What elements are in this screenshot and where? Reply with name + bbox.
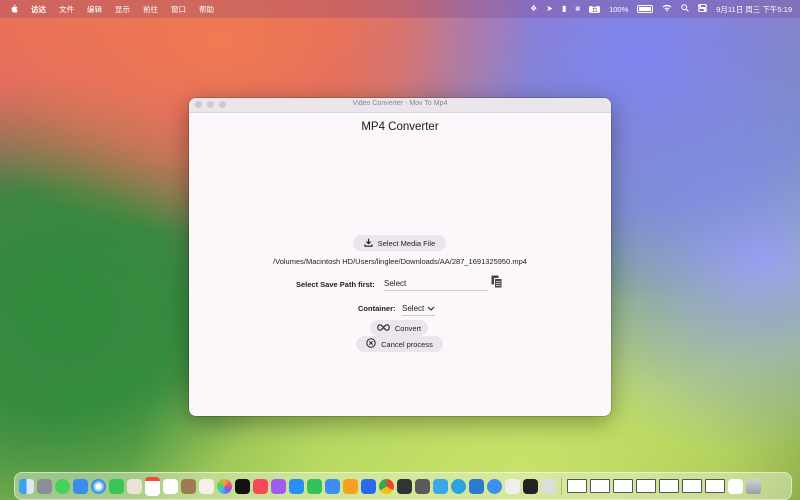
messages-icon[interactable] — [55, 478, 70, 494]
status-grid-icon[interactable]: ▦ — [575, 6, 580, 12]
pages-icon[interactable] — [343, 478, 358, 494]
mail-icon[interactable] — [73, 478, 88, 494]
assistant-icon[interactable] — [541, 478, 556, 494]
selected-file-path: /Volumes/Macintosh HD/Users/linglee/Down… — [273, 257, 527, 266]
minimized-window-3[interactable] — [613, 479, 633, 493]
select-media-file-label: Select Media File — [377, 238, 436, 248]
music-icon[interactable] — [253, 478, 268, 494]
page-title: MP4 Converter — [361, 121, 439, 133]
chevron-down-icon — [427, 304, 435, 313]
convert-button[interactable]: Convert — [370, 320, 428, 336]
terminal-icon[interactable] — [523, 478, 538, 494]
dropbox-icon[interactable]: ❖ — [530, 5, 537, 13]
input-method-icon[interactable]: 五 — [589, 5, 601, 13]
minimized-window-4[interactable] — [636, 479, 656, 493]
window-titlebar[interactable]: Video Converter - Mov To Mp4 — [189, 98, 611, 113]
dev-tool-icon[interactable] — [415, 478, 430, 494]
battery-percent: 100% — [609, 4, 629, 14]
sync-icon[interactable] — [487, 478, 502, 494]
photos-icon[interactable] — [199, 478, 214, 494]
chrome-icon[interactable] — [379, 478, 394, 494]
container-select[interactable]: Select — [402, 302, 436, 316]
battery-icon[interactable] — [637, 5, 654, 13]
safari-icon[interactable] — [91, 478, 106, 494]
telegram-icon[interactable]: ➤ — [546, 5, 553, 13]
control-center-icon[interactable] — [698, 4, 708, 14]
copy-documents-icon[interactable] — [491, 275, 503, 289]
save-path-field[interactable]: Select — [384, 277, 488, 291]
podcasts-icon[interactable] — [271, 478, 286, 494]
menu-finder[interactable]: 访达 — [31, 4, 46, 15]
wifi-icon[interactable] — [662, 4, 672, 14]
menu-go[interactable]: 前往 — [143, 4, 158, 15]
reminders-icon[interactable] — [163, 478, 178, 494]
shortcuts-icon[interactable] — [361, 478, 376, 494]
preview-icon[interactable] — [127, 478, 142, 494]
clipboard-icon[interactable]: ▮ — [562, 5, 566, 13]
container-label: Container: — [358, 304, 396, 313]
menubar-clock[interactable]: 9月11日 周三 下午5:19 — [716, 4, 792, 15]
download-icon — [364, 238, 373, 249]
documents-icon[interactable] — [728, 478, 743, 494]
numbers-icon[interactable] — [307, 478, 322, 494]
dock — [14, 472, 792, 500]
save-path-label: Select Save Path first: — [296, 280, 375, 289]
folder-icon[interactable] — [433, 478, 448, 494]
menu-edit[interactable]: 编辑 — [87, 4, 102, 15]
minimized-window-5[interactable] — [659, 479, 679, 493]
appstore-icon[interactable] — [289, 478, 304, 494]
trash-icon[interactable] — [746, 478, 761, 494]
finder-icon[interactable] — [19, 478, 34, 494]
menu-window[interactable]: 窗口 — [171, 4, 186, 15]
menu-view[interactable]: 显示 — [115, 4, 130, 15]
minimized-window-7[interactable] — [705, 479, 725, 493]
notes-icon[interactable] — [181, 478, 196, 494]
keynote-icon[interactable] — [325, 478, 340, 494]
cancel-circle-icon — [366, 338, 376, 350]
appletv-icon[interactable] — [235, 478, 250, 494]
menu-bar: 访达 文件 编辑 显示 前往 窗口 帮助 ❖ ➤ ▮ ▦ 五 100% 9月11… — [0, 0, 800, 18]
convert-label: Convert — [394, 323, 422, 333]
app-window: Video Converter - Mov To Mp4 MP4 Convert… — [189, 98, 611, 416]
launchpad-icon[interactable] — [37, 478, 52, 494]
minimized-window-2[interactable] — [590, 479, 610, 493]
select-media-file-button[interactable]: Select Media File — [353, 235, 446, 251]
minimized-window-1[interactable] — [567, 479, 587, 493]
menu-help[interactable]: 帮助 — [199, 4, 214, 15]
apple-icon[interactable] — [10, 4, 18, 15]
calendar-icon[interactable] — [145, 476, 160, 496]
infinity-icon — [377, 323, 390, 333]
window-title: Video Converter - Mov To Mp4 — [352, 100, 448, 107]
menu-file[interactable]: 文件 — [59, 4, 74, 15]
cancel-process-button[interactable]: Cancel process — [356, 336, 443, 352]
container-select-value: Select — [402, 303, 425, 313]
activity-monitor-icon[interactable] — [397, 478, 412, 494]
photos-app-icon[interactable] — [217, 478, 232, 494]
pencil-icon[interactable] — [505, 478, 520, 494]
vscode-icon[interactable] — [469, 478, 484, 494]
dock-separator — [561, 477, 562, 495]
window-content: MP4 Converter Select Media File /Volumes… — [189, 113, 611, 416]
minimized-window-6[interactable] — [682, 479, 702, 493]
telegram-app-icon[interactable] — [451, 478, 466, 494]
facetime-icon[interactable] — [109, 478, 124, 494]
cancel-process-label: Cancel process — [381, 339, 433, 349]
search-icon[interactable] — [681, 4, 690, 14]
